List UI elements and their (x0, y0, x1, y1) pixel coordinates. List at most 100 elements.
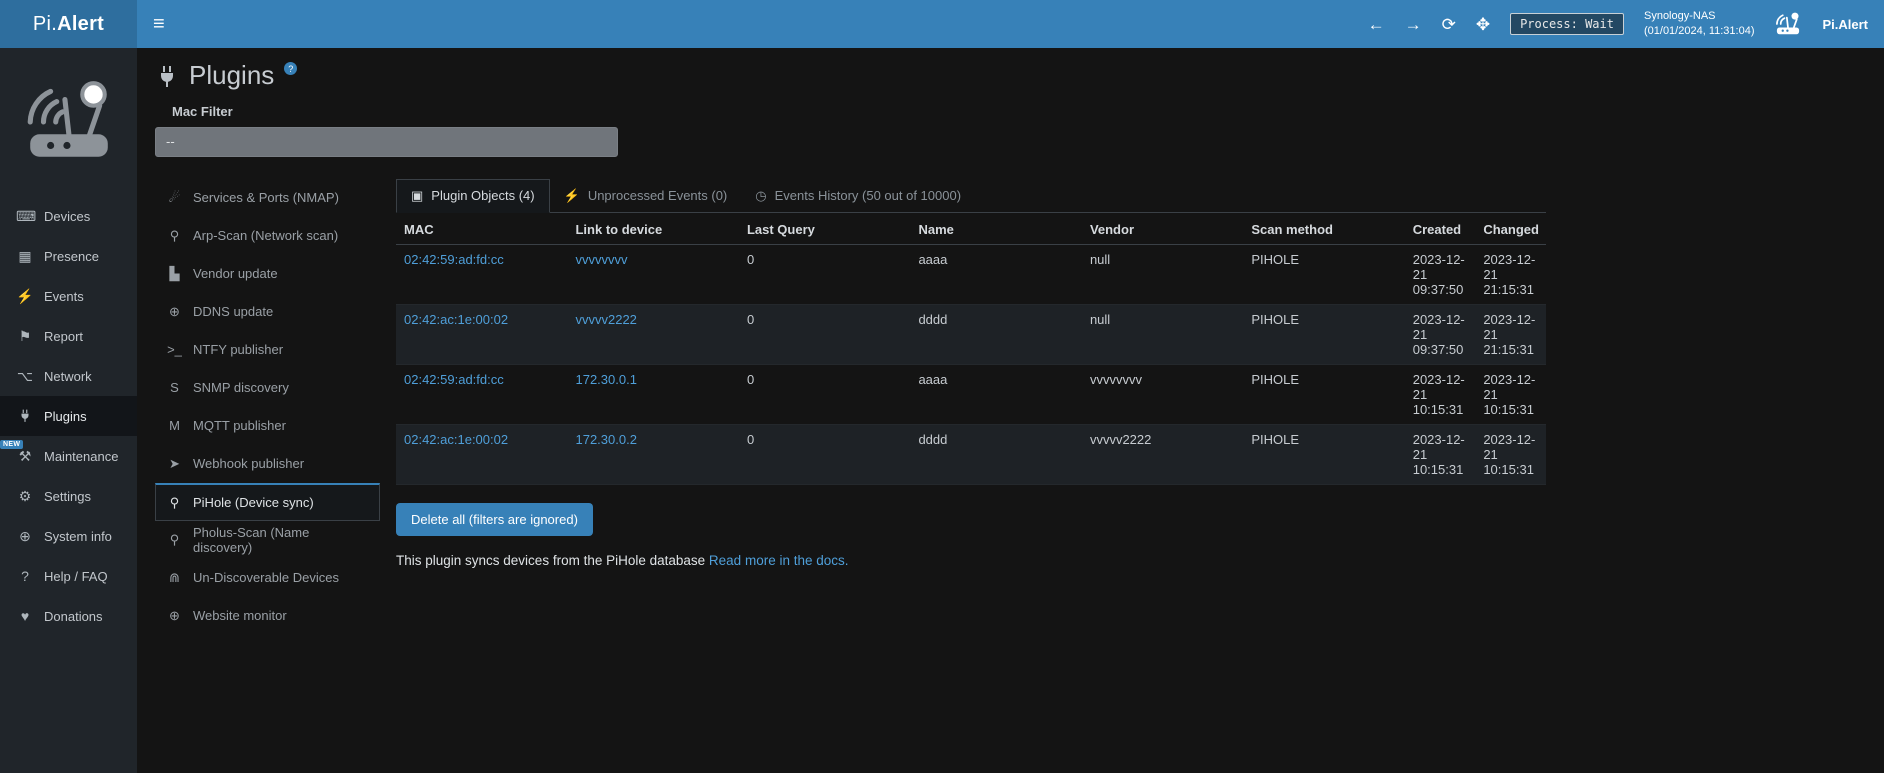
globe-icon: ⊕ (166, 609, 183, 622)
sidebar-item-network[interactable]: ⌥ Network (0, 356, 137, 396)
plugin-nav: ☄ Services & Ports (NMAP) ⚲ Arp-Scan (Ne… (155, 179, 380, 635)
mac-link[interactable]: 02:42:59:ad:fd:cc (404, 252, 504, 267)
brand-light: Pi. (33, 13, 57, 36)
sidebar-item-events[interactable]: ⚡ Events (0, 276, 137, 316)
mac-filter-input[interactable] (155, 127, 618, 157)
tab-label: Events History (50 out of 10000) (775, 188, 961, 203)
wrench-icon: ⚒ (16, 449, 34, 463)
calendar-icon: ▦ (16, 249, 34, 263)
cell-changed: 2023-12-21 21:15:31 (1475, 304, 1546, 364)
topbar-main: ≡ ← → ⟳ ✥ Process: Wait Synology-NAS (01… (137, 0, 1884, 48)
sidebar-item-label: Plugins (44, 409, 87, 424)
tab-events-history[interactable]: ◷ Events History (50 out of 10000) (741, 179, 975, 213)
topbar-right: ← → ⟳ ✥ Process: Wait Synology-NAS (01/0… (1368, 9, 1868, 39)
sidebar-item-help-faq[interactable]: ? Help / FAQ (0, 556, 137, 596)
device-link[interactable]: vvvvv2222 (575, 312, 636, 327)
sidebar-toggle-icon[interactable]: ≡ (153, 14, 165, 34)
pialert-app: Pi.Alert ≡ ← → ⟳ ✥ Process: Wait Synolog… (0, 0, 1884, 773)
brand-bold: Alert (57, 13, 104, 36)
cell-created: 2023-12-21 09:37:50 (1405, 304, 1476, 364)
search-icon: ⚲ (166, 229, 183, 242)
mac-link[interactable]: 02:42:ac:1e:00:02 (404, 312, 508, 327)
cell-vendor: null (1082, 304, 1243, 364)
pialert-mini-logo-icon (1774, 11, 1802, 37)
refresh-icon[interactable]: ⟳ (1442, 16, 1456, 33)
cell-name: dddd (910, 304, 1081, 364)
col-header-name: Name (910, 213, 1081, 245)
col-header-changed: Changed (1475, 213, 1546, 245)
plugin-nav-item-pihole[interactable]: ⚲ PiHole (Device sync) (155, 483, 380, 521)
plugin-nav-label: Arp-Scan (Network scan) (193, 228, 338, 243)
cell-scan-method: PIHOLE (1243, 304, 1404, 364)
plugin-nav-label: Un-Discoverable Devices (193, 570, 339, 585)
sidebar-item-devices[interactable]: ⌨ Devices (0, 196, 137, 236)
docs-link[interactable]: Read more in the docs. (709, 553, 849, 568)
sidebar-item-donations[interactable]: ♥ Donations (0, 596, 137, 636)
plugin-nav-item-ntfy[interactable]: >_ NTFY publisher (155, 331, 380, 369)
plugin-nav-item-snmp[interactable]: S SNMP discovery (155, 369, 380, 407)
plugin-nav-item-website-monitor[interactable]: ⊕ Website monitor (155, 597, 380, 635)
cell-changed: 2023-12-21 21:15:31 (1475, 244, 1546, 304)
plugin-nav-item-webhook[interactable]: ➤ Webhook publisher (155, 445, 380, 483)
sidebar-item-report[interactable]: ⚑ Report (0, 316, 137, 356)
device-link[interactable]: 172.30.0.2 (575, 432, 636, 447)
globe-icon: ⊕ (166, 305, 183, 318)
forward-icon[interactable]: → (1405, 16, 1422, 33)
col-header-link: Link to device (567, 213, 738, 245)
paper-plane-icon: ➤ (166, 457, 183, 470)
cell-scan-method: PIHOLE (1243, 364, 1404, 424)
host-info: Synology-NAS (01/01/2024, 11:31:04) (1644, 9, 1755, 39)
brand-logo[interactable]: Pi.Alert (0, 0, 137, 48)
move-icon[interactable]: ✥ (1476, 16, 1490, 33)
delete-all-button[interactable]: Delete all (filters are ignored) (396, 503, 593, 536)
sidebar-item-system-info[interactable]: ⊕ System info (0, 516, 137, 556)
new-badge: NEW (0, 440, 23, 449)
cell-name: aaaa (910, 364, 1081, 424)
cell-last-query: 0 (739, 424, 910, 484)
mac-link[interactable]: 02:42:59:ad:fd:cc (404, 372, 504, 387)
table-header-row: MAC Link to device Last Query Name Vendo… (396, 213, 1546, 245)
sidebar-item-settings[interactable]: ⚙ Settings (0, 476, 137, 516)
plugin-nav-item-undiscoverable[interactable]: ⋒ Un-Discoverable Devices (155, 559, 380, 597)
device-link[interactable]: 172.30.0.1 (575, 372, 636, 387)
sidebar-nav: ⌨ Devices ▦ Presence ⚡ Events ⚑ Report ⌥… (0, 196, 137, 636)
table-row: 02:42:ac:1e:00:02 172.30.0.2 0 dddd vvvv… (396, 424, 1546, 484)
sidebar-item-label: Network (44, 369, 92, 384)
plugin-nav-item-arpscan[interactable]: ⚲ Arp-Scan (Network scan) (155, 217, 380, 255)
sidebar-item-label: Report (44, 329, 83, 344)
col-header-mac: MAC (396, 213, 567, 245)
terminal-icon: >_ (166, 343, 183, 356)
sidebar-item-label: System info (44, 529, 112, 544)
plugin-nav-item-pholus[interactable]: ⚲ Pholus-Scan (Name discovery) (155, 521, 380, 559)
cell-created: 2023-12-21 10:15:31 (1405, 364, 1476, 424)
help-badge-icon[interactable]: ? (284, 62, 297, 75)
sidebar-item-maintenance[interactable]: NEW ⚒ Maintenance (0, 436, 137, 476)
cell-name: dddd (910, 424, 1081, 484)
gear-icon: ⚙ (16, 489, 34, 503)
app-name: Pi.Alert (1822, 17, 1868, 32)
sidebar-item-plugins[interactable]: Plugins (0, 396, 137, 436)
table-row: 02:42:59:ad:fd:cc 172.30.0.1 0 aaaa vvvv… (396, 364, 1546, 424)
plugin-nav-label: Vendor update (193, 266, 278, 281)
cell-scan-method: PIHOLE (1243, 424, 1404, 484)
satellite-dish-icon: ☄ (166, 191, 183, 204)
tab-unprocessed-events[interactable]: ⚡ Unprocessed Events (0) (550, 179, 742, 213)
back-icon[interactable]: ← (1368, 16, 1385, 33)
mac-link[interactable]: 02:42:ac:1e:00:02 (404, 432, 508, 447)
search-icon: ⚲ (166, 533, 183, 546)
col-header-created: Created (1405, 213, 1476, 245)
plugin-nav-item-ddns-update[interactable]: ⊕ DDNS update (155, 293, 380, 331)
clock-icon: ◷ (755, 189, 766, 202)
sidebar-item-presence[interactable]: ▦ Presence (0, 236, 137, 276)
question-icon: ? (16, 569, 34, 583)
table-row: 02:42:ac:1e:00:02 vvvvv2222 0 dddd null … (396, 304, 1546, 364)
router-scanner-logo-icon (20, 77, 118, 167)
tab-bar: ▣ Plugin Objects (4) ⚡ Unprocessed Event… (396, 179, 1546, 213)
plugin-nav-label: Webhook publisher (193, 456, 304, 471)
device-link[interactable]: vvvvvvvv (575, 252, 627, 267)
plugin-nav-item-nmap[interactable]: ☄ Services & Ports (NMAP) (155, 179, 380, 217)
tab-plugin-objects[interactable]: ▣ Plugin Objects (4) (396, 179, 550, 213)
plugin-nav-item-vendor-update[interactable]: ▙ Vendor update (155, 255, 380, 293)
plugin-nav-label: SNMP discovery (193, 380, 289, 395)
plugin-nav-item-mqtt[interactable]: M MQTT publisher (155, 407, 380, 445)
